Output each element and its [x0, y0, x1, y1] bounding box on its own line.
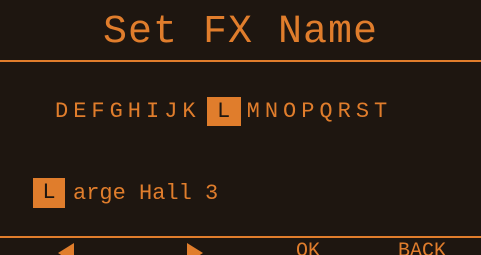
page-title: Set FX Name [102, 10, 379, 55]
name-rest-text: arge Hall 3 [73, 180, 219, 206]
ok-button[interactable]: OK [296, 241, 320, 255]
fx-name-field[interactable]: L arge Hall 3 [33, 178, 218, 208]
fx-name-screen: Set FX Name DEFGHIJK L MNOPQRST L arge H… [0, 0, 481, 255]
softkey-divider [0, 236, 481, 238]
selected-character[interactable]: L [206, 96, 241, 126]
softkey-bar: OK BACK [0, 240, 481, 255]
name-cursor-char[interactable]: L [33, 178, 65, 208]
title-divider [0, 60, 481, 62]
chars-before: DEFGHIJK [55, 98, 201, 124]
arrow-left-icon[interactable] [58, 243, 74, 255]
back-button[interactable]: BACK [398, 241, 446, 255]
character-selector[interactable]: DEFGHIJK L MNOPQRST [55, 96, 392, 126]
arrow-right-icon[interactable] [187, 243, 203, 255]
chars-after: MNOPQRST [246, 98, 393, 124]
